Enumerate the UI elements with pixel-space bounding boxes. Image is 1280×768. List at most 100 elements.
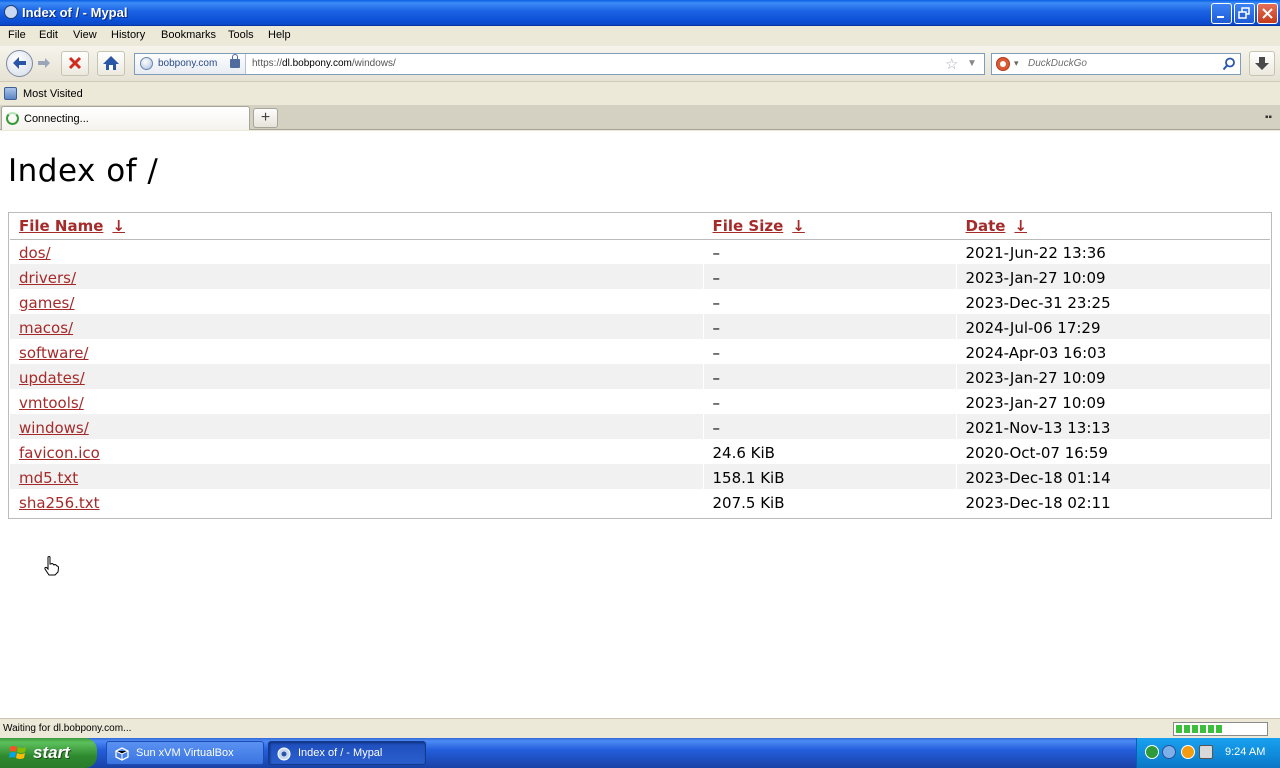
file-date-cell: 2023-Dec-31 23:25 xyxy=(955,289,1270,314)
sort-by-size-link[interactable]: File Size ↓ xyxy=(713,217,805,235)
menu-file[interactable]: File xyxy=(8,29,26,41)
menu-history[interactable]: History xyxy=(111,29,145,41)
volume-icon[interactable] xyxy=(1162,745,1176,759)
menu-tools[interactable]: Tools xyxy=(228,29,254,41)
file-name-cell: software/ xyxy=(10,339,703,364)
list-all-tabs-icon[interactable]: ▪▪ xyxy=(1265,112,1272,123)
tab-strip: Connecting... + ▪▪ xyxy=(0,105,1280,130)
page-title: Index of / xyxy=(8,153,159,189)
hand-pointer-cursor-icon xyxy=(44,556,59,576)
file-link[interactable]: favicon.ico xyxy=(19,444,100,462)
file-date-cell: 2021-Nov-13 13:13 xyxy=(955,414,1270,439)
menu-bookmarks[interactable]: Bookmarks xyxy=(161,29,216,41)
file-link[interactable]: md5.txt xyxy=(19,469,78,487)
sort-by-date-link[interactable]: Date ↓ xyxy=(966,217,1028,235)
file-link[interactable]: software/ xyxy=(19,344,88,362)
restore-button[interactable] xyxy=(1234,3,1255,24)
bookmark-star-icon[interactable]: ☆ xyxy=(945,55,958,73)
file-date-cell: 2024-Apr-03 16:03 xyxy=(955,339,1270,364)
file-size-cell: – xyxy=(702,414,956,439)
file-name-cell: macos/ xyxy=(10,314,703,339)
title-bar[interactable]: Index of / - Mypal xyxy=(0,0,1280,26)
engine-dropdown-icon[interactable]: ▾ xyxy=(1014,58,1019,69)
table-row: software/ –2024-Apr-03 16:03 xyxy=(10,339,1270,364)
status-bar: Waiting for dl.bobpony.com... xyxy=(0,718,1280,738)
taskbar-item-mypal[interactable]: Index of / - Mypal xyxy=(268,741,426,765)
file-link[interactable]: games/ xyxy=(19,294,74,312)
identity-host: bobpony.com xyxy=(158,58,218,69)
file-date-cell: 2023-Jan-27 10:09 xyxy=(955,389,1270,414)
menu-edit[interactable]: Edit xyxy=(39,29,58,41)
progress-fill xyxy=(1176,725,1222,733)
system-tray: 9:24 AM xyxy=(1136,738,1280,768)
downloads-button[interactable] xyxy=(1249,51,1275,76)
back-arrow-icon xyxy=(13,57,26,69)
network-icon[interactable] xyxy=(1145,745,1159,759)
file-link[interactable]: macos/ xyxy=(19,319,73,337)
tab-label: Connecting... xyxy=(24,113,89,125)
column-header-file-name: File Name ↓ xyxy=(10,214,703,240)
window-title: Index of / - Mypal xyxy=(22,5,128,20)
table-header-row: File Name ↓ File Size ↓ Date ↓ xyxy=(10,214,1270,240)
url-history-dropdown-icon[interactable]: ▼ xyxy=(967,58,977,69)
mypal-icon xyxy=(277,747,291,761)
file-size-cell: – xyxy=(702,314,956,339)
forward-arrow-icon xyxy=(38,58,50,68)
file-link[interactable]: updates/ xyxy=(19,369,85,387)
table-row: md5.txt 158.1 KiB 2023-Dec-18 01:14 xyxy=(10,464,1270,489)
table-row: vmtools/ –2023-Jan-27 10:09 xyxy=(10,389,1270,414)
new-tab-button[interactable]: + xyxy=(253,108,278,128)
home-button[interactable] xyxy=(97,51,125,76)
file-date-cell: 2023-Jan-27 10:09 xyxy=(955,364,1270,389)
search-bar[interactable]: ▾ DuckDuckGo xyxy=(991,53,1241,75)
file-link[interactable]: vmtools/ xyxy=(19,394,84,412)
menu-view[interactable]: View xyxy=(73,29,97,41)
file-link[interactable]: drivers/ xyxy=(19,269,76,287)
file-size-cell: – xyxy=(702,239,956,264)
url-text[interactable]: https://dl.bobpony.com/windows/ xyxy=(252,58,396,69)
duckduckgo-engine-icon[interactable] xyxy=(996,57,1010,71)
home-icon xyxy=(103,56,119,70)
file-date-cell: 2023-Dec-18 02:11 xyxy=(955,489,1270,514)
search-input[interactable]: DuckDuckGo xyxy=(1028,58,1087,69)
stop-button[interactable] xyxy=(61,51,89,76)
restore-icon xyxy=(1238,7,1250,19)
security-center-icon[interactable] xyxy=(1181,745,1195,759)
start-button[interactable]: start xyxy=(0,738,97,768)
page-load-progress-bar xyxy=(1173,722,1268,736)
minimize-button[interactable] xyxy=(1211,3,1232,24)
stop-x-icon xyxy=(68,56,82,70)
back-button[interactable] xyxy=(6,50,33,77)
file-size-cell: – xyxy=(702,264,956,289)
taskbar-item-virtualbox[interactable]: Sun xVM VirtualBox xyxy=(106,741,264,765)
start-label: start xyxy=(33,743,70,762)
tab-current[interactable]: Connecting... xyxy=(1,106,250,130)
site-identity-button[interactable]: bobpony.com xyxy=(135,54,246,74)
file-size-cell: 158.1 KiB xyxy=(702,464,956,489)
magnifier-icon[interactable] xyxy=(1222,57,1236,71)
table-row: windows/ –2021-Nov-13 13:13 xyxy=(10,414,1270,439)
close-icon xyxy=(1262,8,1273,19)
file-name-cell: vmtools/ xyxy=(10,389,703,414)
clock: 9:24 AM xyxy=(1225,746,1266,758)
address-bar[interactable]: bobpony.com https://dl.bobpony.com/windo… xyxy=(134,53,985,75)
menu-help[interactable]: Help xyxy=(268,29,291,41)
file-date-cell: 2024-Jul-06 17:29 xyxy=(955,314,1270,339)
file-date-cell: 2021-Jun-22 13:36 xyxy=(955,239,1270,264)
download-arrow-icon xyxy=(1255,57,1269,70)
file-link[interactable]: sha256.txt xyxy=(19,494,100,512)
file-size-cell: 24.6 KiB xyxy=(702,439,956,464)
table-row: favicon.ico 24.6 KiB 2020-Oct-07 16:59 xyxy=(10,439,1270,464)
sort-by-name-link[interactable]: File Name ↓ xyxy=(19,217,125,235)
file-link[interactable]: windows/ xyxy=(19,419,89,437)
minimize-icon xyxy=(1217,16,1224,18)
safely-remove-hardware-icon[interactable] xyxy=(1199,745,1213,759)
bookmarks-toolbar: Most Visited xyxy=(0,83,1280,105)
file-link[interactable]: dos/ xyxy=(19,244,51,262)
taskbar-item-label: Index of / - Mypal xyxy=(298,747,383,759)
mypal-app-icon[interactable] xyxy=(4,5,18,19)
forward-button[interactable] xyxy=(35,54,53,72)
bookmark-most-visited[interactable]: Most Visited xyxy=(23,88,83,100)
lock-icon xyxy=(230,54,240,68)
close-button[interactable] xyxy=(1257,3,1278,24)
